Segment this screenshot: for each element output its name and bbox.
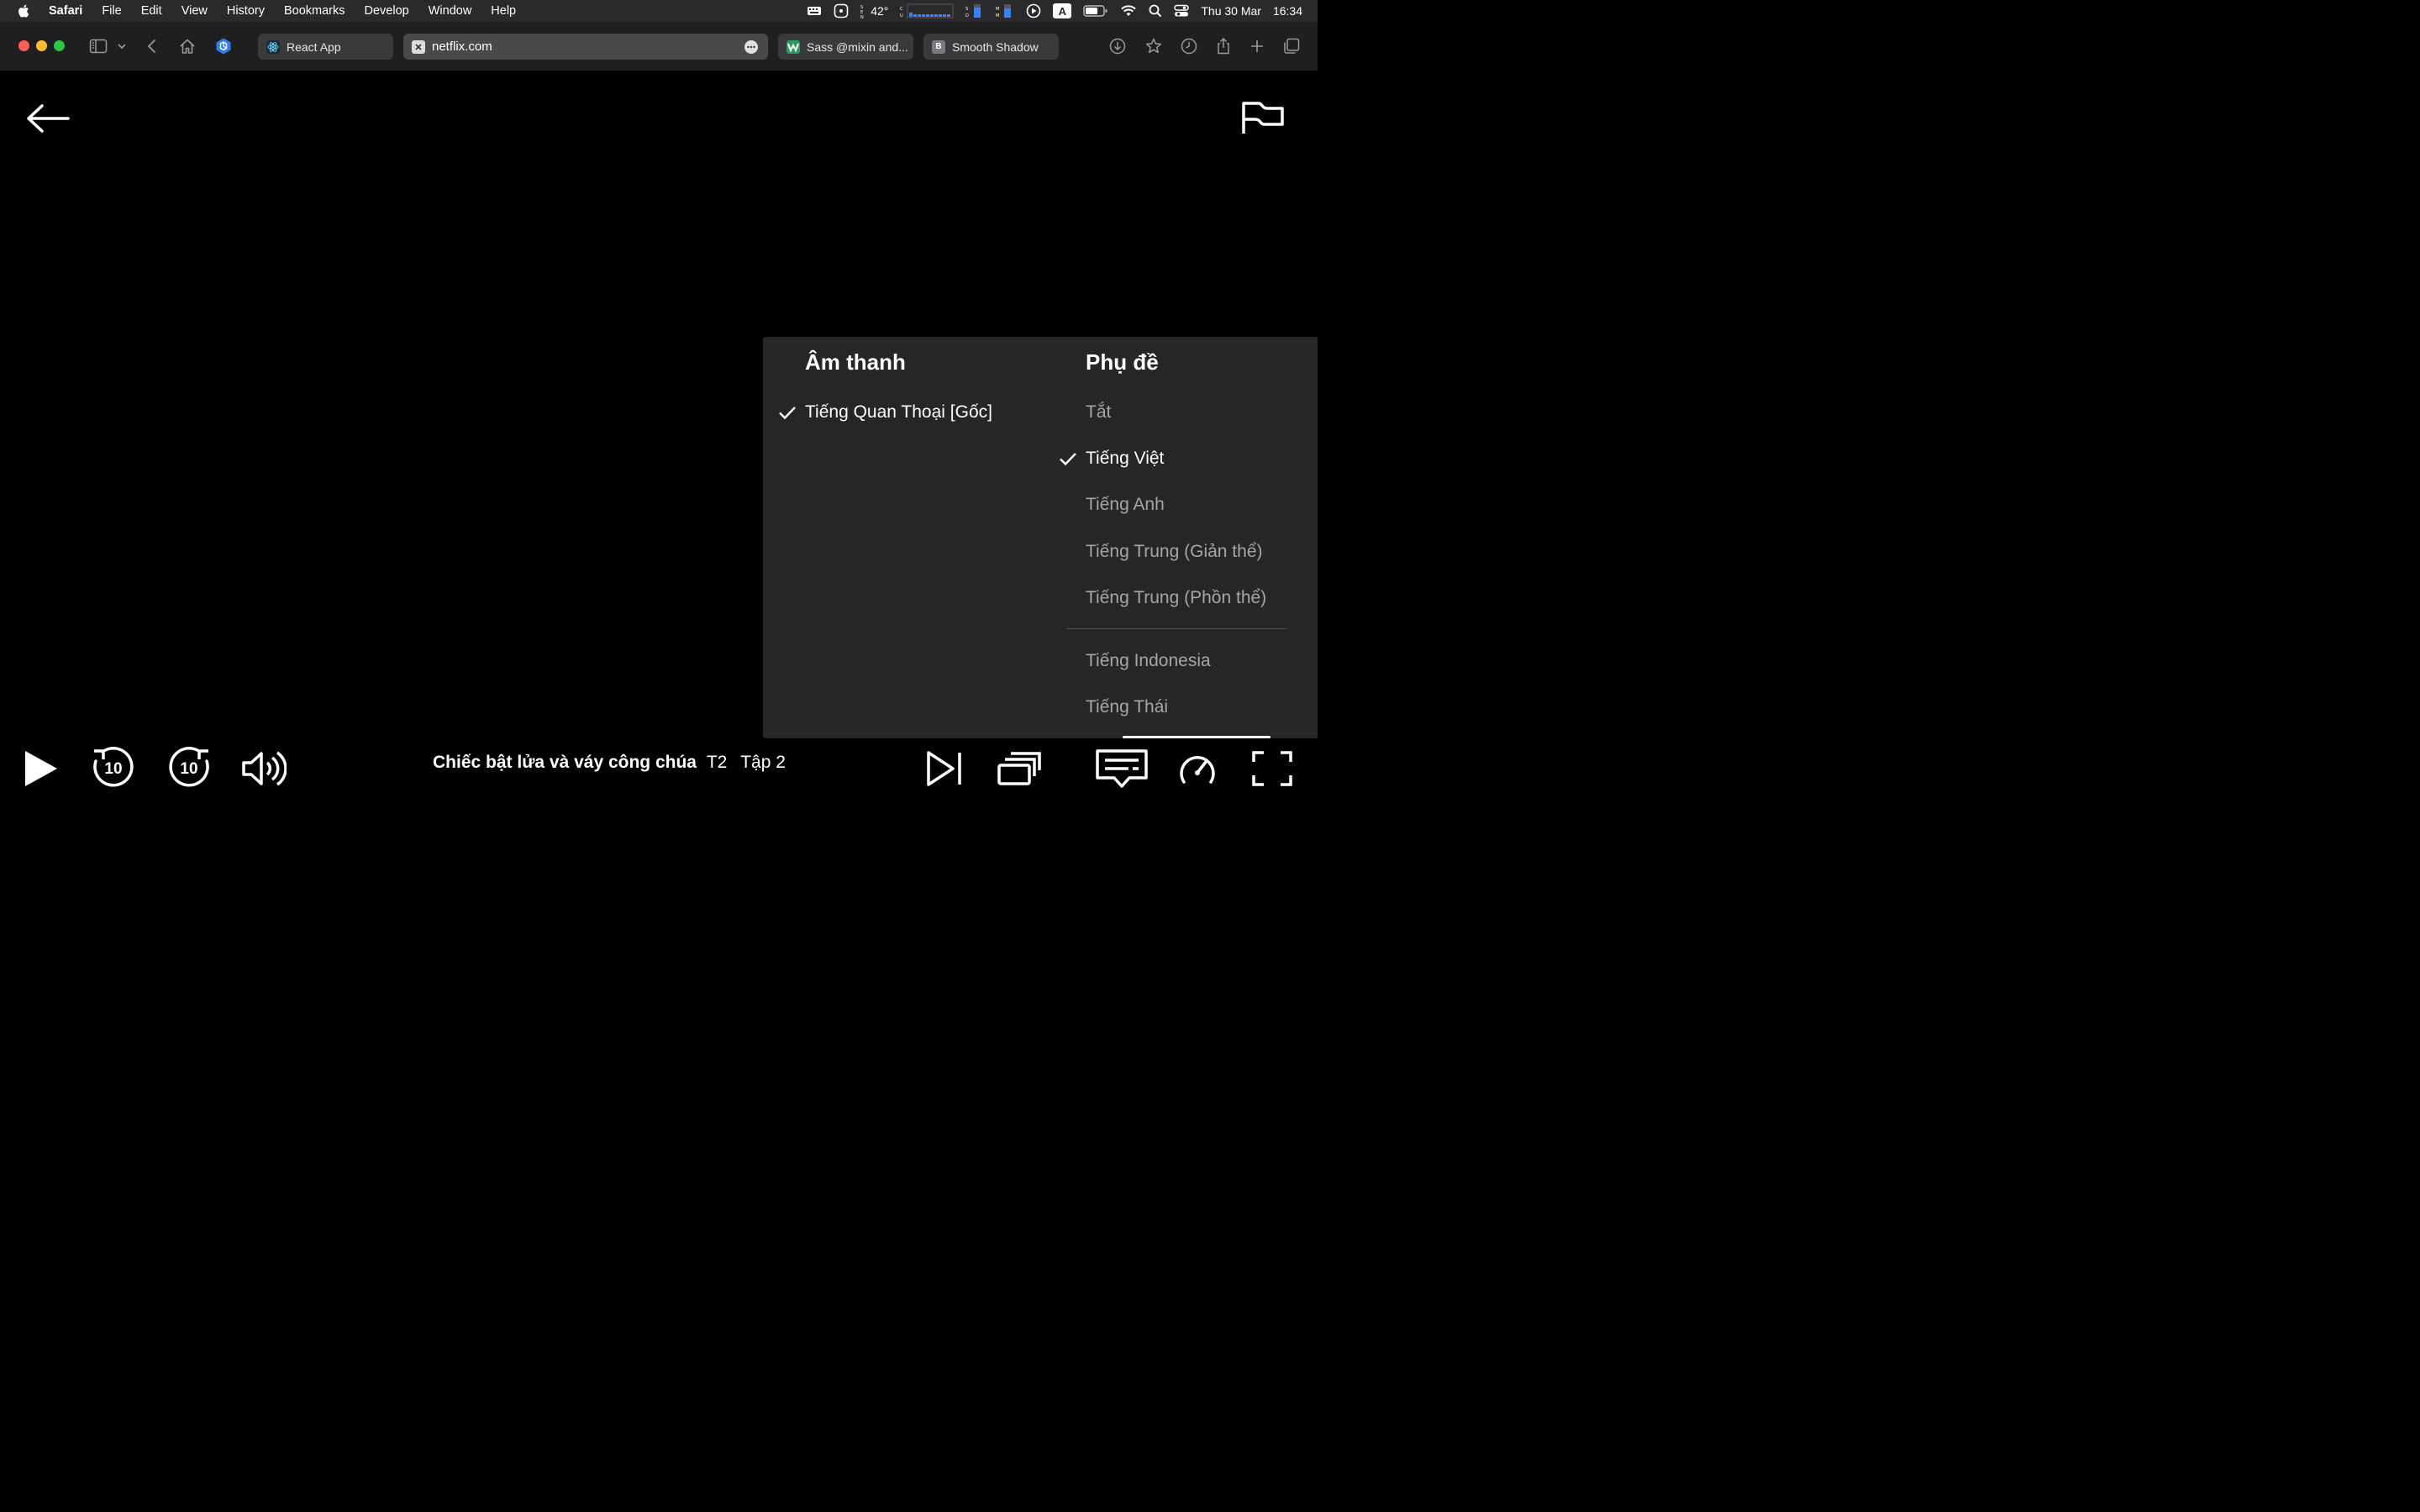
playback-speed-icon[interactable] (1178, 750, 1217, 787)
subtitle-option-vietnamese[interactable]: Tiếng Việt (1086, 449, 1164, 469)
tab-sass-mixin[interactable]: Sass @mixin and... (778, 34, 913, 60)
ssd-usage-icon[interactable]: SD (965, 3, 984, 18)
subtitles-audio-icon[interactable] (1095, 748, 1149, 789)
show-title: Chiếc bật lửa và váy công chúa (433, 753, 697, 772)
home-icon[interactable] (178, 37, 197, 55)
report-flag-icon[interactable] (1240, 101, 1286, 134)
audio-heading: Âm thanh (805, 349, 906, 375)
svg-text:S: S (965, 7, 968, 12)
back-icon[interactable] (143, 37, 161, 55)
forward-10-button[interactable]: 10 (167, 747, 211, 790)
temperature-value: 42° (871, 4, 889, 18)
subtitles-heading: Phụ đề (1086, 349, 1159, 375)
panel-scroll-indicator[interactable] (1123, 736, 1270, 738)
tab-overview-icon[interactable] (1282, 37, 1301, 55)
play-icon[interactable] (22, 749, 59, 788)
wifi-icon[interactable] (1120, 4, 1137, 18)
memory-usage-icon[interactable]: MM (996, 3, 1014, 18)
audio-option-mandarin-original[interactable]: Tiếng Quan Thoại [Gốc] (805, 402, 992, 423)
bookmark-star-icon[interactable] (1144, 37, 1163, 55)
subtitle-option-off[interactable]: Tắt (1086, 402, 1111, 423)
close-icon[interactable] (412, 39, 425, 54)
now-playing-icon[interactable] (1026, 3, 1041, 18)
menubar-time[interactable]: 16:34 (1273, 4, 1302, 18)
svg-text:M: M (996, 13, 999, 18)
svg-text:U: U (900, 13, 903, 18)
window-minimize-button[interactable] (36, 40, 47, 51)
downloads-icon[interactable] (1108, 37, 1127, 55)
keyboard-icon[interactable] (807, 5, 822, 17)
address-bar-url[interactable]: netflix.com (432, 39, 492, 54)
svg-text:N: N (860, 15, 864, 18)
chevron-down-icon[interactable] (115, 37, 129, 55)
season-label: T2 (706, 753, 728, 772)
menu-view[interactable]: View (182, 4, 208, 18)
menu-bookmarks[interactable]: Bookmarks (284, 4, 345, 18)
forward-seconds-label: 10 (180, 760, 198, 778)
menu-safari[interactable]: Safari (49, 4, 82, 18)
subtitle-option-english[interactable]: Tiếng Anh (1086, 495, 1165, 515)
sidebar-toggle-icon[interactable] (89, 37, 108, 55)
tab-netflix-active[interactable]: netflix.com (403, 34, 768, 60)
history-clock-icon[interactable] (1180, 37, 1198, 55)
menu-develop[interactable]: Develop (365, 4, 409, 18)
menubar-date[interactable]: Thu 30 Mar (1201, 4, 1261, 18)
checkmark-icon (779, 407, 796, 420)
audio-subtitle-panel (763, 337, 1318, 738)
menu-bar: Safari File Edit View History Bookmarks … (0, 0, 1318, 22)
tab-label: Smooth Shadow (952, 39, 1039, 54)
tab-react-app[interactable]: React App (258, 34, 393, 60)
svg-text:C: C (900, 7, 903, 12)
window-close-button[interactable] (18, 40, 29, 51)
status-area: SEN 42° CU SD MM A Thu 30 Mar 16:34 (807, 0, 1302, 22)
b-favicon: B (932, 39, 945, 54)
episodes-icon[interactable] (997, 751, 1041, 786)
react-icon (266, 39, 280, 54)
menu-edit[interactable]: Edit (141, 4, 162, 18)
episode-label: Tập 2 (740, 753, 786, 772)
w-favicon (786, 39, 800, 54)
rewind-seconds-label: 10 (104, 760, 123, 778)
episode-title: Chiếc bật lửa và váy công chúa T2 Tập 2 (433, 753, 786, 773)
apple-icon[interactable] (17, 3, 32, 18)
menu-file[interactable]: File (102, 4, 121, 18)
window-zoom-button[interactable] (54, 40, 65, 51)
tab-label: Sass @mixin and... (807, 39, 908, 54)
new-tab-plus-icon[interactable] (1248, 37, 1266, 55)
cpu-graph-icon[interactable]: CU (900, 3, 954, 18)
temperature-widget[interactable]: SEN 42° (860, 3, 888, 18)
tab-label: React App (287, 39, 341, 54)
menu-window[interactable]: Window (429, 4, 472, 18)
sensor-icon: SEN (860, 5, 864, 18)
back-arrow-icon[interactable] (25, 102, 71, 134)
svg-text:M: M (996, 7, 999, 12)
svg-text:D: D (965, 13, 969, 18)
clock-app-icon[interactable] (834, 3, 849, 18)
fullscreen-icon[interactable] (1252, 751, 1292, 786)
spotlight-search-icon[interactable] (1149, 4, 1162, 18)
subtitle-option-chinese-traditional[interactable]: Tiếng Trung (Phồn thể) (1086, 588, 1266, 608)
more-options-icon[interactable] (744, 39, 759, 55)
next-episode-icon[interactable] (925, 750, 964, 787)
menu-history[interactable]: History (227, 4, 265, 18)
rewind-10-button[interactable]: 10 (92, 747, 135, 790)
subtitle-option-indonesian[interactable]: Tiếng Indonesia (1086, 651, 1211, 671)
extension-icon[interactable] (214, 37, 233, 55)
battery-icon[interactable] (1083, 4, 1108, 18)
subtitle-option-thai[interactable]: Tiếng Thái (1086, 697, 1168, 717)
tab-smooth-shadow[interactable]: B Smooth Shadow (923, 34, 1059, 60)
share-icon[interactable] (1214, 37, 1233, 55)
input-source-indicator[interactable]: A (1053, 3, 1072, 18)
checkmark-icon (1060, 453, 1076, 466)
control-center-icon[interactable] (1174, 4, 1190, 18)
subtitle-divider (1066, 628, 1287, 629)
volume-icon[interactable] (241, 750, 287, 787)
subtitle-option-chinese-simplified[interactable]: Tiếng Trung (Giản thể) (1086, 542, 1263, 562)
menu-help[interactable]: Help (491, 4, 516, 18)
